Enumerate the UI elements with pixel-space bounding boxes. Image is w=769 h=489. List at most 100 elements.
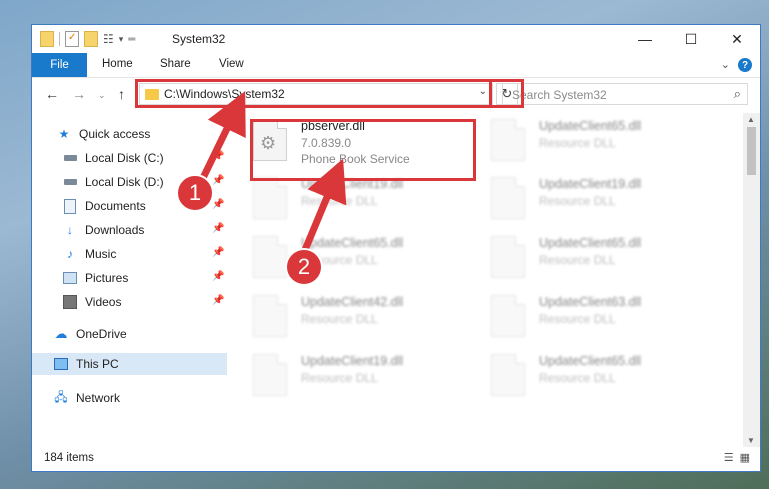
pin-icon[interactable]: 📌 — [212, 223, 224, 234]
search-input[interactable]: Search System32 ⌕ — [502, 83, 748, 105]
back-icon[interactable]: ← — [45, 86, 59, 102]
sidebar-item-network[interactable]: 🖧 Network — [54, 387, 120, 409]
minimize-icon[interactable]: — — [622, 25, 668, 53]
dll-file-icon — [491, 236, 525, 278]
forward-icon[interactable]: → — [72, 86, 86, 102]
sidebar-item-local-disk-c[interactable]: Local Disk (C:) — [63, 147, 164, 169]
file-item[interactable]: UpdateClient65.dll Resource DLL — [491, 352, 711, 406]
file-name: UpdateClient19.dll — [301, 354, 404, 368]
file-type: Resource DLL — [539, 194, 616, 208]
address-highlight-box — [489, 79, 524, 108]
pin-icon[interactable]: 📌 — [212, 151, 224, 162]
tab-share[interactable]: Share — [160, 58, 191, 70]
file-item[interactable]: UpdateClient65.dll Resource DLL — [491, 117, 711, 171]
pictures-icon — [63, 271, 77, 285]
file-item[interactable]: UpdateClient63.dll Resource DLL — [491, 293, 711, 347]
file-highlight-box — [250, 119, 476, 181]
sidebar-item-documents[interactable]: Documents — [63, 195, 146, 217]
view-switcher: ☰ ▦ — [724, 451, 750, 464]
details-view-icon[interactable]: ☰ — [724, 451, 734, 464]
expand-ribbon-icon[interactable]: ⌄ — [721, 58, 730, 71]
sidebar-item-quick-access[interactable]: ★ Quick access — [57, 123, 151, 145]
scrollbar-thumb[interactable] — [747, 127, 756, 175]
sidebar-item-pictures[interactable]: Pictures — [63, 267, 128, 289]
status-bar: 184 items ☰ ▦ — [32, 447, 760, 471]
pin-icon[interactable]: 📌 — [212, 175, 224, 186]
item-count: 184 items — [44, 452, 94, 464]
pin-icon[interactable]: 📌 — [212, 295, 224, 306]
navigation-pane: ★ Quick access Local Disk (C:) 📌 Local D… — [32, 113, 227, 447]
chevron-down-icon[interactable]: ▾ — [119, 34, 124, 45]
dll-file-icon — [253, 236, 287, 278]
tab-view[interactable]: View — [219, 58, 244, 70]
sidebar-item-label: Downloads — [85, 223, 145, 237]
close-icon[interactable]: ✕ — [714, 25, 760, 53]
folder-icon[interactable] — [40, 31, 54, 47]
file-item[interactable]: UpdateClient65.dll Resource DLL — [491, 234, 711, 288]
sidebar-item-videos[interactable]: Videos — [63, 291, 121, 313]
sidebar-item-onedrive[interactable]: ☁ OneDrive — [54, 323, 127, 345]
pin-icon[interactable]: 📌 — [212, 247, 224, 258]
drive-icon — [63, 175, 77, 189]
file-type: Resource DLL — [539, 312, 616, 326]
recent-locations-icon[interactable]: ⌄ — [98, 90, 106, 101]
properties-icon[interactable]: ✓ — [65, 31, 79, 47]
up-icon[interactable]: ↑ — [118, 86, 125, 102]
quick-access-toolbar: ✓ ☷ ▾ ═ — [40, 31, 135, 47]
sidebar-item-label: OneDrive — [76, 327, 127, 341]
file-name: UpdateClient65.dll — [539, 236, 642, 250]
large-icons-view-icon[interactable]: ▦ — [740, 451, 750, 464]
tab-home[interactable]: Home — [102, 58, 133, 70]
sidebar-item-label: Network — [76, 391, 121, 405]
new-folder-icon[interactable] — [84, 31, 98, 47]
sidebar-item-local-disk-d[interactable]: Local Disk (D:) — [63, 171, 164, 193]
dll-file-icon — [491, 177, 525, 219]
sidebar-item-label: Local Disk (D:) — [85, 175, 164, 189]
scroll-up-icon[interactable]: ▲ — [747, 115, 755, 124]
step-2-badge: 2 — [285, 248, 323, 286]
pin-icon[interactable]: 📌 — [212, 271, 224, 282]
view-icon[interactable]: ☷ — [103, 32, 114, 46]
dll-file-icon — [253, 295, 287, 337]
file-type: Resource DLL — [301, 371, 378, 385]
file-item[interactable]: UpdateClient19.dll Resource DLL — [253, 175, 473, 229]
file-name: UpdateClient65.dll — [539, 119, 642, 133]
sidebar-item-label: Local Disk (C:) — [85, 151, 164, 165]
tab-file[interactable]: File — [32, 53, 87, 77]
pin-icon[interactable]: 📌 — [212, 199, 224, 210]
network-icon: 🖧 — [54, 389, 68, 404]
file-item[interactable]: UpdateClient42.dll Resource DLL — [253, 293, 473, 347]
step-1-badge: 1 — [176, 174, 214, 212]
file-item[interactable]: UpdateClient19.dll Resource DLL — [491, 175, 711, 229]
vertical-scrollbar[interactable]: ▲ ▼ — [743, 113, 760, 447]
dll-file-icon — [253, 354, 287, 396]
file-name: UpdateClient19.dll — [539, 177, 642, 191]
computer-icon — [54, 357, 68, 371]
navigation-bar: ← → ⌄ ↑ C:\Windows\System32 ⌄ ↻ Search S… — [32, 77, 760, 111]
drive-icon — [63, 151, 77, 165]
scroll-down-icon[interactable]: ▼ — [747, 436, 755, 445]
documents-icon — [63, 198, 77, 214]
star-icon: ★ — [58, 127, 70, 141]
customize-toolbar-icon[interactable]: ═ — [128, 34, 135, 45]
help-icon[interactable]: ? — [738, 58, 752, 72]
dll-file-icon — [253, 177, 287, 219]
title-bar: ✓ ☷ ▾ ═ System32 — ☐ ✕ — [32, 25, 760, 53]
cloud-icon: ☁ — [54, 326, 68, 341]
sidebar-item-label: Videos — [85, 295, 122, 309]
dll-file-icon — [491, 119, 525, 161]
explorer-window: ✓ ☷ ▾ ═ System32 — ☐ ✕ File Home Share V… — [31, 24, 761, 472]
maximize-icon[interactable]: ☐ — [668, 25, 714, 53]
file-item[interactable]: UpdateClient19.dll Resource DLL — [253, 352, 473, 406]
window-title: System32 — [172, 32, 226, 46]
sidebar-item-this-pc[interactable]: This PC — [54, 353, 119, 375]
sidebar-item-label: This PC — [76, 357, 119, 371]
sidebar-item-downloads[interactable]: ↓ Downloads — [63, 219, 144, 241]
dll-file-icon — [491, 354, 525, 396]
download-icon: ↓ — [67, 223, 73, 237]
file-type: Resource DLL — [301, 194, 378, 208]
window-controls: — ☐ ✕ — [622, 25, 760, 53]
search-icon[interactable]: ⌕ — [734, 86, 741, 102]
sidebar-item-music[interactable]: ♪ Music — [63, 243, 116, 265]
file-type: Resource DLL — [539, 371, 616, 385]
